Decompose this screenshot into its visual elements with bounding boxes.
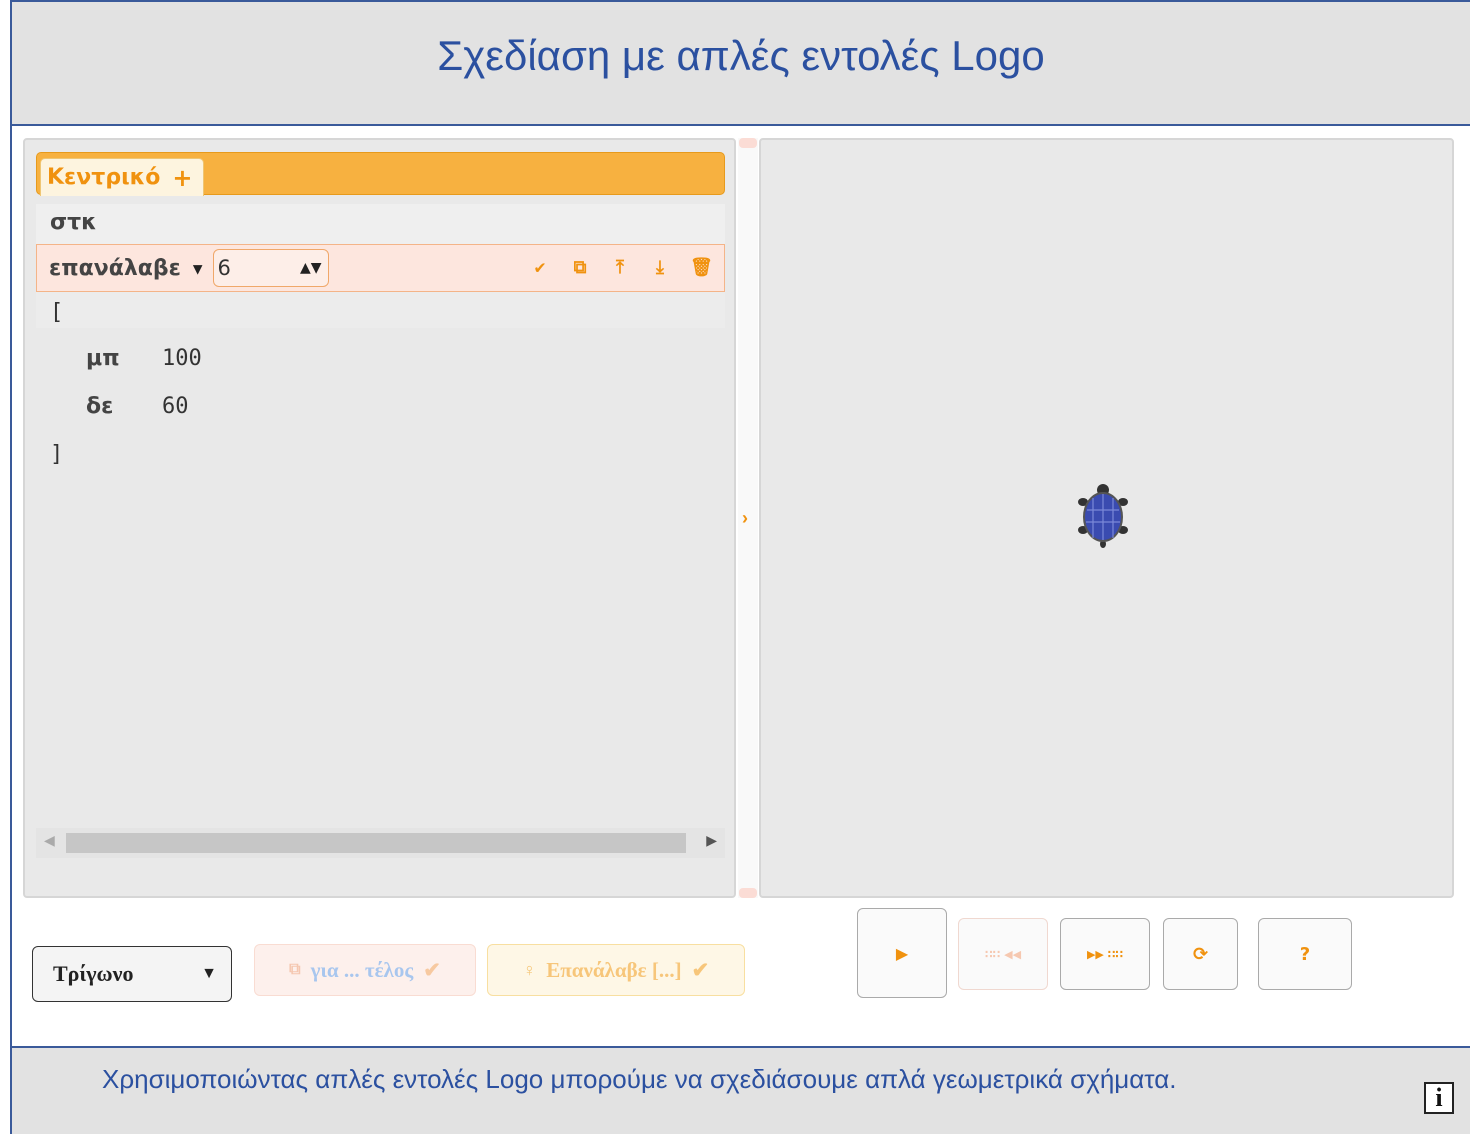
close-bracket: ] (50, 442, 64, 467)
open-bracket: [ (50, 300, 64, 325)
trash-icon[interactable]: 🗑 (690, 257, 713, 278)
turtle-icon (1078, 484, 1128, 548)
scrollbar-thumb[interactable] (66, 833, 686, 853)
run-button[interactable]: ▶ (857, 908, 947, 998)
scroll-left-icon[interactable]: ◀ (44, 832, 55, 849)
code-line-close-bracket[interactable]: ] (36, 442, 725, 467)
forward-value: 100 (162, 346, 202, 371)
scroll-right-icon[interactable]: ▶ (706, 832, 717, 849)
move-up-icon[interactable]: ⤒ (610, 257, 630, 278)
horizontal-scrollbar[interactable]: ◀ ▶ (36, 828, 725, 858)
page-title: Σχεδίαση με απλές εντολές Logo (437, 32, 1045, 79)
shape-select-value: Τρίγωνο (53, 961, 134, 986)
repeat-count-value: 6 (217, 256, 231, 280)
tab-main[interactable]: Κεντρικό + (40, 158, 204, 196)
forward-keyword: μπ (86, 346, 120, 371)
repeat-snippet-button[interactable]: ♀ Επανάλαβε [...] ✔ (487, 944, 745, 996)
reset-button[interactable]: ⟳ (1163, 918, 1238, 990)
caret-down-icon[interactable]: ▼ (193, 259, 203, 278)
header: Σχεδίαση με απλές εντολές Logo (12, 2, 1470, 126)
help-button[interactable]: ? (1258, 918, 1352, 990)
copy-icon: ⧉ (289, 961, 301, 978)
function-snippet-button[interactable]: ⧉ για ... τέλος ✔ (254, 944, 476, 996)
move-down-icon[interactable]: ⤓ (650, 257, 670, 278)
code-line-right[interactable]: δε 60 (36, 394, 725, 419)
right-keyword: δε (86, 394, 114, 419)
code-line-clear[interactable]: στκ (36, 204, 725, 244)
step-forward-icon: ▶▶ ∷∷ (1086, 947, 1124, 961)
clear-keyword: στκ (50, 210, 97, 235)
check-icon[interactable]: ✔ (530, 257, 550, 278)
repeat-keyword: επανάλαβε (49, 255, 181, 281)
right-value: 60 (162, 394, 189, 419)
code-line-repeat[interactable]: επανάλαβε ▼ 6 ▲▼ ✔ ⧉ ⤒ ⤓ 🗑 (36, 244, 725, 292)
line-tools: ✔ ⧉ ⤒ ⤓ 🗑 (530, 257, 713, 278)
shape-select[interactable]: Τρίγωνο ▼ (32, 946, 232, 1002)
footer-description: Χρησιμοποιώντας απλές εντολές Logo μπορο… (102, 1064, 1177, 1094)
repeat-snippet-label: Επανάλαβε [...] (546, 957, 682, 982)
chevron-right-icon[interactable]: › (742, 508, 748, 529)
panel-splitter[interactable]: › (738, 138, 758, 898)
footer: Χρησιμοποιώντας απλές εντολές Logo μπορο… (12, 1046, 1470, 1134)
chevron-down-icon: ▼ (201, 965, 217, 982)
code-line-open-bracket[interactable]: [ (36, 292, 725, 328)
splitter-cap-bottom (739, 888, 757, 898)
function-snippet-label: για ... τέλος (310, 957, 414, 982)
tab-main-label: Κεντρικό (47, 165, 161, 190)
app-frame: Σχεδίαση με απλές εντολές Logo Κεντρικό … (10, 0, 1470, 1134)
tab-bar: Κεντρικό + (36, 152, 725, 196)
copy-icon[interactable]: ⧉ (570, 257, 590, 278)
splitter-cap-top (739, 138, 757, 148)
step-back-button[interactable]: ∷∷ ◀◀ (958, 918, 1048, 990)
add-tab-button[interactable]: + (172, 164, 192, 192)
info-button[interactable]: i (1424, 1082, 1454, 1114)
code-editor: Κεντρικό + στκ επανάλαβε ▼ 6 ▲▼ ✔ ⧉ ⤒ ⤓ … (23, 138, 736, 898)
stepper-icon[interactable]: ▲▼ (300, 260, 322, 276)
check-icon: ✔ (423, 957, 441, 982)
play-icon: ▶ (895, 943, 909, 963)
step-back-icon: ∷∷ ◀◀ (984, 947, 1022, 961)
check-icon: ✔ (691, 957, 710, 982)
turtle-canvas (759, 138, 1454, 898)
step-forward-button[interactable]: ▶▶ ∷∷ (1060, 918, 1150, 990)
code-line-forward[interactable]: μπ 100 (36, 346, 725, 371)
lightbulb-icon: ♀ (522, 959, 537, 980)
repeat-count-input[interactable]: 6 ▲▼ (212, 249, 329, 287)
help-label: ? (1299, 943, 1311, 965)
reset-icon: ⟳ (1192, 943, 1209, 965)
